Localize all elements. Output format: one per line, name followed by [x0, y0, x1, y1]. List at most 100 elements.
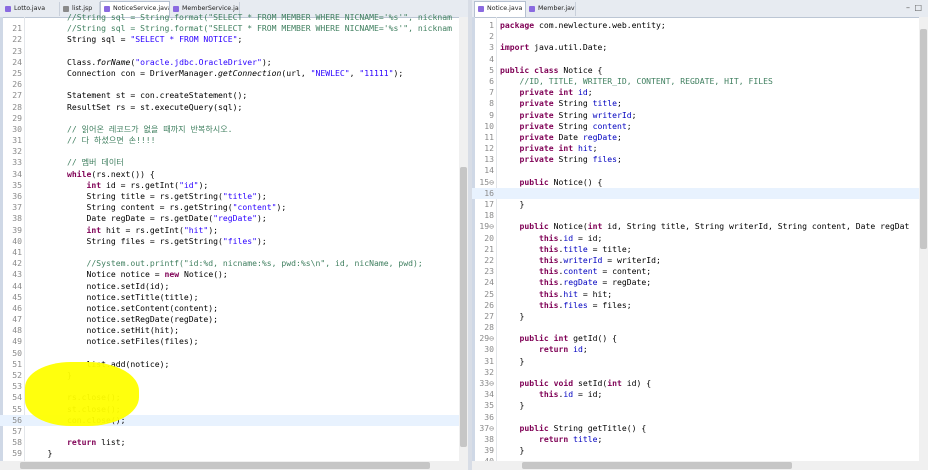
code-line[interactable]: 17 } [472, 199, 928, 210]
code-line[interactable]: 9 private String writerId; [472, 110, 928, 121]
code-line[interactable]: 28 ResultSet rs = st.executeQuery(sql); [0, 102, 468, 113]
code-line[interactable]: 32 [0, 146, 468, 157]
code-line[interactable]: 27 Statement st = con.createStatement(); [0, 90, 468, 101]
code-line[interactable]: 58 return list; [0, 437, 468, 448]
code-line[interactable]: 11 private Date regDate; [472, 132, 928, 143]
code-line[interactable]: 31 // 다 하셨으면 손!!!! [0, 135, 468, 146]
code-token: ); [257, 191, 267, 201]
minimize-icon[interactable]: – [906, 3, 910, 13]
code-line[interactable]: 25 Connection con = DriverManager.getCon… [0, 68, 468, 79]
keyword-token: public class [500, 64, 559, 75]
code-line[interactable]: 50 [0, 348, 468, 359]
code-line[interactable]: 59 } [0, 448, 468, 459]
line-number: 35 [484, 400, 494, 411]
code-line[interactable]: 22 String sql = "SELECT * FROM NOTICE"; [0, 34, 468, 45]
keyword-token: private [500, 98, 554, 109]
code-line[interactable]: 44 notice.setId(id); [0, 281, 468, 292]
code-line[interactable]: 29 [0, 113, 468, 124]
maximize-icon[interactable]: □ [914, 3, 922, 13]
code-line[interactable]: 10 private String content; [472, 121, 928, 132]
code-line[interactable]: 26 this.files = files; [472, 300, 928, 311]
code-token: Class. [28, 56, 97, 67]
code-text: String files = rs.getString("files"); [28, 236, 266, 247]
code-line[interactable]: 21 //String sql = String.format("SELECT … [0, 23, 468, 34]
right-horizontal-scrollbar[interactable] [472, 461, 919, 470]
left-scroll-thumb[interactable] [460, 167, 467, 447]
code-line[interactable]: 13 private String files; [472, 154, 928, 165]
code-line[interactable]: 22 this.writerId = writerId; [472, 255, 928, 266]
code-line[interactable]: 14 [472, 165, 928, 176]
code-line[interactable]: 33 // 멤버 데이터 [0, 157, 468, 168]
code-line[interactable]: 32 [472, 367, 928, 378]
code-line[interactable]: 36 String title = rs.getString("title"); [0, 191, 468, 202]
code-line[interactable]: 2 [472, 31, 928, 42]
line-number: 31 [484, 355, 494, 366]
code-line[interactable]: 37⊖ public String getTitle() { [472, 423, 928, 434]
code-line[interactable]: 57 [0, 426, 468, 437]
left-hscroll-thumb[interactable] [20, 462, 430, 469]
code-line[interactable]: 7 private int id; [472, 87, 928, 98]
code-line[interactable]: 38 Date regDate = rs.getDate("regDate"); [0, 213, 468, 224]
code-line[interactable]: 31 } [472, 356, 928, 367]
keyword-token: this [500, 232, 559, 243]
code-line[interactable]: 30 // 읽어온 레코드가 없을 때까지 반복하시오. [0, 124, 468, 135]
code-text: Statement st = con.createStatement(); [28, 90, 247, 101]
code-line[interactable]: 3 import java.util.Date; [472, 42, 928, 53]
code-line[interactable]: 35 int id = rs.getInt("id"); [0, 180, 468, 191]
code-line[interactable]: 18 [472, 210, 928, 221]
code-line[interactable]: 25 this.hit = hit; [472, 289, 928, 300]
code-token: } [500, 310, 525, 321]
code-line[interactable]: 1 package com.newlecture.web.entity; [472, 20, 928, 31]
code-line[interactable]: 40 String files = rs.getString("files"); [0, 236, 468, 247]
code-line[interactable]: 19⊖ public Notice(int id, String title, … [472, 221, 928, 232]
code-line[interactable]: 47 notice.setRegDate(regDate); [0, 314, 468, 325]
code-line[interactable]: 33⊖ public void setId(int id) { [472, 378, 928, 389]
code-line[interactable]: 43 Notice notice = new Notice(); [0, 269, 468, 280]
code-line[interactable]: 37 String content = rs.getString("conten… [0, 202, 468, 213]
code-line[interactable]: 20 this.id = id; [472, 233, 928, 244]
code-line[interactable]: 24 Class.forName("oracle.jdbc.OracleDriv… [0, 57, 468, 68]
code-line[interactable]: 12 private int hit; [472, 143, 928, 154]
left-vertical-scrollbar[interactable] [459, 17, 468, 470]
code-line[interactable]: 8 private String title; [472, 98, 928, 109]
code-line[interactable]: 46 notice.setContent(content); [0, 303, 468, 314]
code-line[interactable]: 23 [0, 46, 468, 57]
code-line[interactable]: 24 this.regDate = regDate; [472, 277, 928, 288]
tab-member-java[interactable]: Member.java [526, 2, 576, 16]
right-scroll-thumb[interactable] [920, 29, 927, 249]
right-vertical-scrollbar[interactable] [919, 17, 928, 470]
code-line[interactable]: 38 return title; [472, 434, 928, 445]
code-line[interactable]: 29⊖ public int getId() { [472, 333, 928, 344]
code-line[interactable]: 5 public class Notice { [472, 65, 928, 76]
code-line[interactable]: 48 notice.setHit(hit); [0, 325, 468, 336]
code-line[interactable]: 26 [0, 79, 468, 90]
code-line[interactable]: 21 this.title = title; [472, 244, 928, 255]
code-line[interactable]: 49 notice.setFiles(files); [0, 336, 468, 347]
right-code-area[interactable]: 1 package com.newlecture.web.entity; 2 3 imp… [472, 20, 928, 470]
code-line[interactable]: 39 int hit = rs.getInt("hit"); [0, 225, 468, 236]
line-number: 33⊖ [479, 378, 494, 388]
code-line[interactable]: 27 } [472, 311, 928, 322]
code-line[interactable]: 23 this.content = content; [472, 266, 928, 277]
code-token: ); [208, 224, 219, 235]
code-line[interactable]: 45 notice.setTitle(title); [0, 292, 468, 303]
code-line[interactable]: 16 [472, 187, 928, 199]
code-line[interactable]: 28 [472, 322, 928, 333]
line-number: 27 [12, 90, 22, 101]
code-line[interactable]: 42 //System.out.printf("id:%d, nicname:%… [0, 258, 468, 269]
code-line[interactable]: 35 } [472, 400, 928, 411]
code-line[interactable]: 15⊖ public Notice() { [472, 177, 928, 188]
code-line[interactable]: 6 //ID, TITLE, WRITER_ID, CONTENT, REGDA… [472, 76, 928, 87]
code-line[interactable]: 39 } [472, 445, 928, 456]
code-line[interactable]: 30 return id; [472, 344, 928, 355]
left-horizontal-scrollbar[interactable] [0, 461, 459, 470]
code-line[interactable]: 34 while(rs.next()) { [0, 169, 468, 180]
code-text: Connection con = DriverManager.getConnec… [28, 68, 403, 79]
code-line[interactable]: 4 [472, 54, 928, 65]
tab-notice-java[interactable]: Notice.java [474, 1, 526, 17]
code-line[interactable]: 41 [0, 247, 468, 258]
code-line[interactable]: 36 [472, 412, 928, 423]
code-line[interactable]: 34 this.id = id; [472, 389, 928, 400]
code-line[interactable]: //String sql = String.format("SELECT * F… [0, 12, 468, 23]
right-hscroll-thumb[interactable] [522, 462, 792, 469]
